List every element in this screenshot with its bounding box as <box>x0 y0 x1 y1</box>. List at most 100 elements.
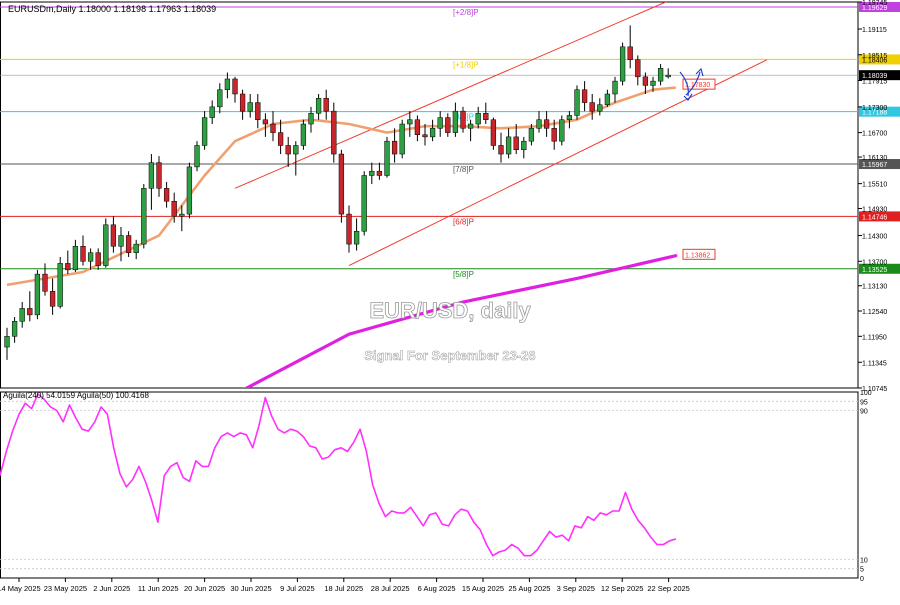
candle-body <box>642 76 649 86</box>
candle-body <box>156 162 162 189</box>
candle-body <box>49 291 56 307</box>
candle-body <box>27 308 33 316</box>
candle-body <box>429 128 436 138</box>
candle-body <box>270 123 276 133</box>
price-tick-label: 1.13130 <box>862 284 887 291</box>
price-tick-label: 1.14930 <box>862 207 887 214</box>
chart-stage: [+2/8]P1.19629[+1/8]P1.18406[8/8]P1.1718… <box>0 0 900 600</box>
candle-body <box>4 336 10 348</box>
candle-body <box>217 89 223 108</box>
sma-value-label: 1.13862 <box>685 252 710 259</box>
candle-body <box>201 117 208 146</box>
time-tick-label: 14 May 2025 <box>0 584 41 593</box>
candle-body <box>490 119 497 146</box>
candle-body <box>574 89 580 116</box>
symbol-info: EURUSDm,Daily 1.18000 1.18198 1.17963 1.… <box>8 4 216 14</box>
candle-body <box>407 119 413 125</box>
candle-body <box>437 117 443 129</box>
time-tick-label: 2 Jun 2025 <box>93 584 130 593</box>
indicator-tick-label: 95 <box>860 399 868 406</box>
price-tick-label: 1.13700 <box>862 259 887 266</box>
candle-body <box>536 119 542 129</box>
candle-body <box>346 213 352 245</box>
candle-body <box>125 235 132 253</box>
candle-body <box>657 68 664 82</box>
candle-body <box>475 113 481 125</box>
indicator-tick-label: 0 <box>860 576 864 583</box>
candle-body <box>665 74 671 78</box>
price-tick-label: 1.17300 <box>862 105 887 112</box>
time-tick-label: 15 Aug 2025 <box>462 584 504 593</box>
candle-body <box>293 145 299 155</box>
price-tick-label: 1.19745 <box>862 0 887 7</box>
murray-price-label: 1.14746 <box>862 214 887 221</box>
candle-body <box>528 128 535 142</box>
candle-body <box>635 59 641 78</box>
indicator-tick-label: 100 <box>860 390 872 397</box>
candle-body <box>384 140 390 176</box>
candle-body <box>612 80 618 95</box>
candle-body <box>315 98 322 114</box>
indicator-tick-label: 90 <box>860 409 868 416</box>
candle-body <box>285 145 291 155</box>
candle-body <box>255 102 261 120</box>
indicator-title: Aguila(240) 54.0159 Aguila(50) 100.4168 <box>3 391 149 400</box>
candle-body <box>566 115 573 120</box>
candle-body <box>308 113 314 125</box>
candle-body <box>445 117 451 133</box>
candle-body <box>72 246 79 271</box>
murray-level-label: [5/8]P <box>453 270 474 279</box>
candle-body <box>513 136 519 151</box>
candle-body <box>619 46 626 82</box>
candle-body <box>452 110 459 133</box>
price-tick-label: 1.18515 <box>862 53 887 60</box>
candle-body <box>163 188 170 202</box>
ema-value-label: 1.17830 <box>685 82 710 89</box>
price-tick-label: 1.15510 <box>862 182 887 189</box>
candle-body <box>171 200 177 217</box>
candle-body <box>391 140 398 155</box>
time-tick-label: 3 Sep 2025 <box>557 584 595 593</box>
candle-body <box>103 224 109 266</box>
murray-price-label: 1.15967 <box>862 162 887 169</box>
candle-body <box>422 134 428 138</box>
candle-body <box>353 230 360 245</box>
candle-body <box>589 102 595 112</box>
candle-body <box>232 78 238 95</box>
murray-level-label: [6/8]P <box>453 217 474 226</box>
candle-body <box>141 188 147 245</box>
candle-body <box>65 263 71 271</box>
candle-body <box>34 273 41 316</box>
murray-price-label: 1.13525 <box>862 267 887 274</box>
time-tick-label: 9 Jul 2025 <box>280 584 315 593</box>
candle-body <box>179 213 185 217</box>
price-tick-label: 1.19115 <box>862 27 887 34</box>
watermark-subtitle: Signal For September 23-26 <box>364 348 535 363</box>
candle-body <box>551 128 557 142</box>
candle-body <box>581 89 588 103</box>
candle-body <box>597 104 603 112</box>
candle-body <box>57 263 63 307</box>
price-chart: [+2/8]P1.19629[+1/8]P1.18406[8/8]P1.1718… <box>0 0 900 600</box>
time-tick-label: 30 Jun 2025 <box>230 584 271 593</box>
candle-body <box>483 113 489 120</box>
indicator-tick-label: 10 <box>860 557 868 564</box>
candle-body <box>262 119 269 125</box>
candle-body <box>505 136 512 155</box>
time-tick-label: 20 Jun 2025 <box>184 584 225 593</box>
watermark-title: EUR/USD, daily <box>369 298 531 323</box>
candle-body <box>186 166 193 215</box>
candle-body <box>239 93 246 112</box>
candle-body <box>376 170 383 176</box>
candle-body <box>247 102 253 112</box>
price-tick-label: 1.11950 <box>862 334 887 341</box>
price-tick-label: 1.11345 <box>862 360 887 367</box>
candle-body <box>467 123 474 129</box>
murray-level-label: [7/8]P <box>453 165 474 174</box>
candle-body <box>331 110 337 155</box>
time-tick-label: 22 Sep 2025 <box>647 584 690 593</box>
murray-level-label: [+2/8]P <box>453 8 479 17</box>
candle-body <box>604 93 611 105</box>
time-tick-label: 18 Jul 2025 <box>324 584 363 593</box>
price-tick-label: 1.17915 <box>862 78 887 85</box>
